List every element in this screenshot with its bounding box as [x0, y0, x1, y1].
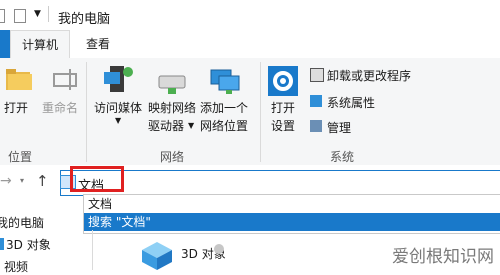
system-properties-button[interactable]: 系统属性 — [327, 94, 375, 111]
nav-item-3d-objects[interactable]: 3D 对象 — [6, 236, 51, 253]
folder-icon — [214, 244, 224, 254]
access-media-button[interactable]: 访问媒体 — [94, 100, 142, 117]
uninstall-button[interactable]: 卸载或更改程序 — [327, 67, 411, 84]
ribbon-tab-strip — [0, 30, 500, 59]
open-settings-label-1[interactable]: 打开 — [271, 100, 295, 117]
forward-arrow-icon[interactable]: → — [0, 173, 12, 189]
file-tab[interactable] — [0, 30, 10, 58]
group-label-location: 位置 — [8, 150, 33, 164]
title-bar: ▼ 我的电脑 — [0, 0, 500, 30]
new-folder-icon[interactable] — [14, 9, 26, 23]
nav-item-this-pc[interactable]: 我的电脑 — [0, 214, 44, 231]
uninstall-icon — [310, 68, 324, 82]
nav-item-videos[interactable]: 视频 — [4, 258, 28, 275]
map-drive-button[interactable]: 驱动器 — [148, 118, 184, 135]
group-label-system: 系统 — [330, 150, 355, 164]
tab-view[interactable]: 查看 — [76, 30, 120, 58]
manage-icon — [310, 120, 322, 132]
rename-icon — [50, 64, 80, 94]
search-suggestion-item[interactable]: 搜索 "文档" — [84, 213, 500, 231]
add-location-label-1[interactable]: 添加一个 — [200, 100, 248, 117]
open-button[interactable]: 打开 — [4, 100, 28, 117]
group-label-network: 网络 — [160, 150, 185, 164]
rename-button[interactable]: 重命名 — [42, 100, 78, 117]
manage-button[interactable]: 管理 — [327, 119, 351, 136]
window-title: 我的电脑 — [58, 12, 111, 27]
add-network-location-icon — [208, 66, 242, 96]
open-folder-icon — [4, 64, 34, 94]
highlight-box — [70, 166, 124, 192]
chevron-down-icon[interactable]: ▼ — [188, 121, 194, 130]
title-divider — [48, 6, 49, 22]
suggestion-item[interactable]: 文档 — [84, 195, 500, 213]
media-server-icon — [102, 64, 134, 96]
open-settings-button[interactable]: 设置 — [271, 118, 295, 135]
add-network-location-button[interactable]: 网络位置 — [200, 118, 248, 135]
group-divider — [86, 62, 87, 162]
map-drive-icon — [156, 66, 188, 96]
address-bar[interactable] — [60, 170, 500, 196]
settings-gear-icon — [268, 66, 298, 96]
system-properties-icon — [310, 95, 322, 107]
up-arrow-icon[interactable]: ↑ — [36, 172, 49, 190]
recent-locations-icon[interactable]: ▾ — [20, 176, 24, 185]
3d-objects-icon — [0, 238, 4, 250]
group-divider — [260, 62, 261, 162]
chevron-down-icon[interactable]: ▼ — [115, 116, 121, 125]
3d-objects-folder-icon — [140, 240, 174, 270]
tab-computer[interactable]: 计算机 — [10, 30, 70, 60]
quick-access-dropdown-icon[interactable]: ▼ — [34, 9, 41, 19]
map-drive-label-1[interactable]: 映射网络 — [148, 100, 196, 117]
pane-divider — [92, 230, 93, 270]
app-icon — [0, 9, 5, 23]
watermark: 爱创根知识网 — [392, 247, 494, 267]
